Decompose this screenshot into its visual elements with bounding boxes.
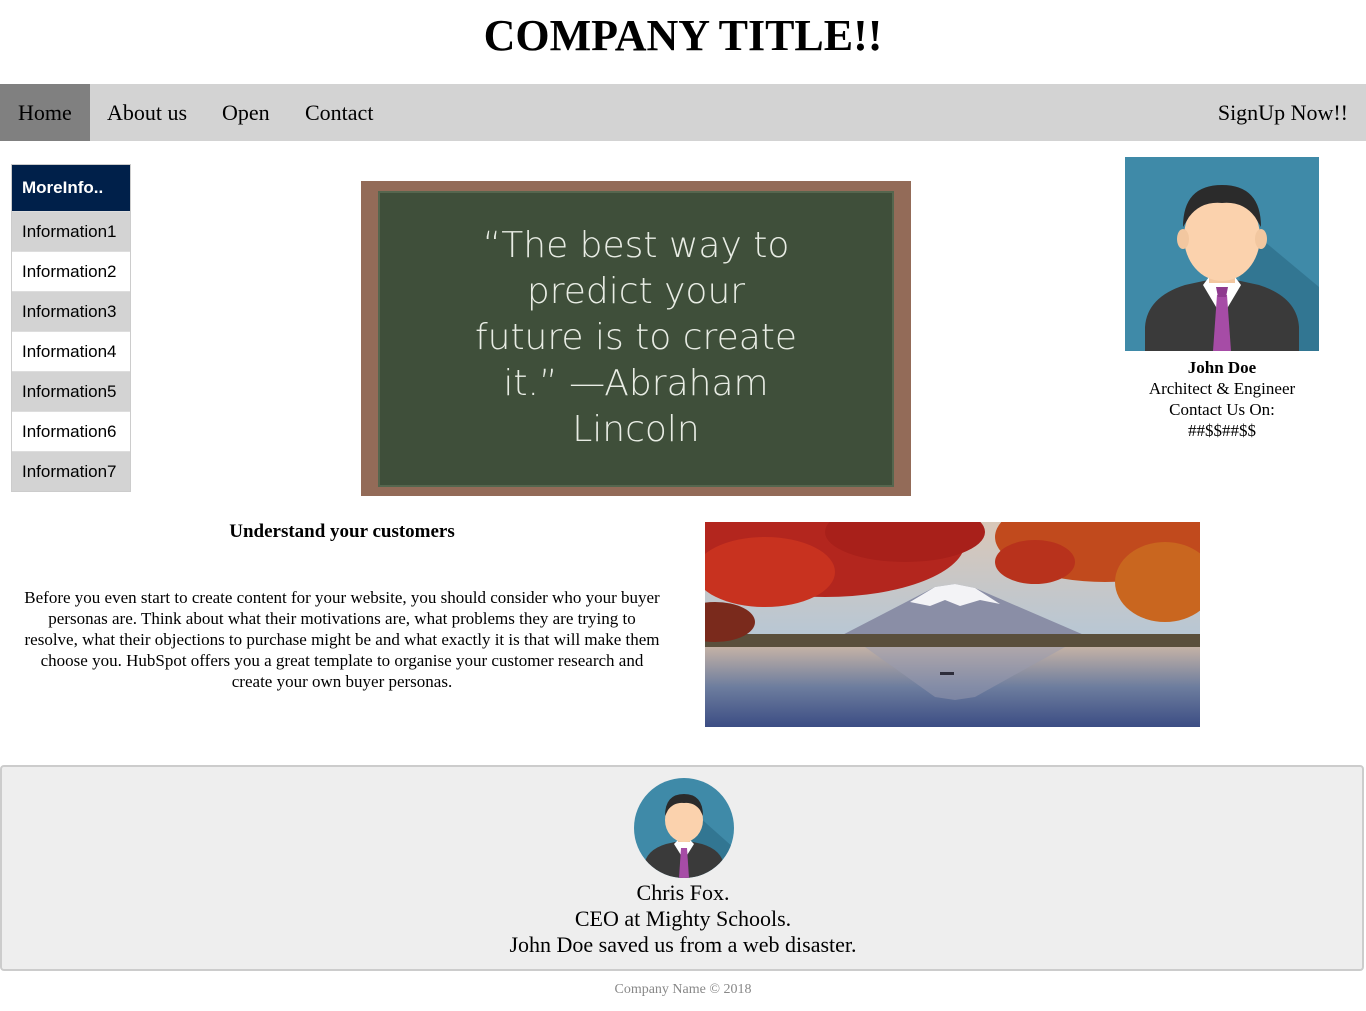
testimonial-card: Chris Fox. CEO at Mighty Schools. John D…: [0, 765, 1364, 971]
nav-contact[interactable]: Contact: [287, 84, 391, 141]
sidebar-item-information4[interactable]: Information4: [12, 331, 130, 371]
sidebar-heading: MoreInfo..: [12, 165, 130, 211]
footer-copyright: Company Name © 2018: [614, 982, 752, 997]
testimonial-text: Chris Fox. CEO at Mighty Schools. John D…: [2, 880, 1364, 958]
businessman-avatar-image: [1125, 157, 1319, 351]
quote-line: it.” —Abraham: [503, 363, 769, 404]
nav-home[interactable]: Home: [0, 84, 90, 141]
sidebar-item-information3[interactable]: Information3: [12, 291, 130, 331]
article-heading: Understand your customers: [229, 521, 455, 542]
chalkboard-surface: “The best way to predict your future is …: [378, 191, 894, 487]
top-navbar: Home About us Open Contact SignUp Now!!: [0, 84, 1366, 141]
contact-value: ##$$##$$: [1188, 421, 1256, 440]
testimonial-title: CEO at Mighty Schools.: [574, 906, 792, 931]
quote-line: Lincoln: [572, 409, 700, 450]
contact-label: Contact Us On:: [1169, 400, 1275, 419]
quote-line: “The best way to: [482, 225, 790, 266]
profile-name: John Doe: [1187, 358, 1257, 377]
article-paragraph: Before you even start to create content …: [24, 588, 660, 691]
sidebar-item-information5[interactable]: Information5: [12, 371, 130, 411]
nav-open[interactable]: Open: [204, 84, 288, 141]
sidebar-item-information6[interactable]: Information6: [12, 411, 130, 451]
mountain-lake-autumn-image: [705, 522, 1200, 727]
quote-text: “The best way to predict your future is …: [378, 223, 894, 453]
quote-line: future is to create: [474, 317, 798, 358]
signup-button[interactable]: SignUp Now!!: [1200, 84, 1366, 141]
chalkboard-quote-image: “The best way to predict your future is …: [361, 181, 911, 496]
page-title: COMPANY TITLE!!: [483, 11, 883, 60]
sidebar-item-information7[interactable]: Information7: [12, 451, 130, 491]
sidebar-menu: MoreInfo.. Information1 Information2 Inf…: [11, 164, 131, 492]
sidebar-item-information2[interactable]: Information2: [12, 251, 130, 291]
nav-about-us[interactable]: About us: [89, 84, 205, 141]
quote-line: predict your: [526, 271, 746, 312]
sidebar-item-information1[interactable]: Information1: [12, 211, 130, 251]
testimonial-name: Chris Fox.: [636, 880, 730, 905]
profile-card: John Doe Architect & Engineer Contact Us…: [1125, 157, 1319, 441]
avatar: [634, 778, 734, 878]
testimonial-quote: John Doe saved us from a web disaster.: [509, 932, 857, 957]
profile-role: Architect & Engineer: [1148, 379, 1296, 398]
